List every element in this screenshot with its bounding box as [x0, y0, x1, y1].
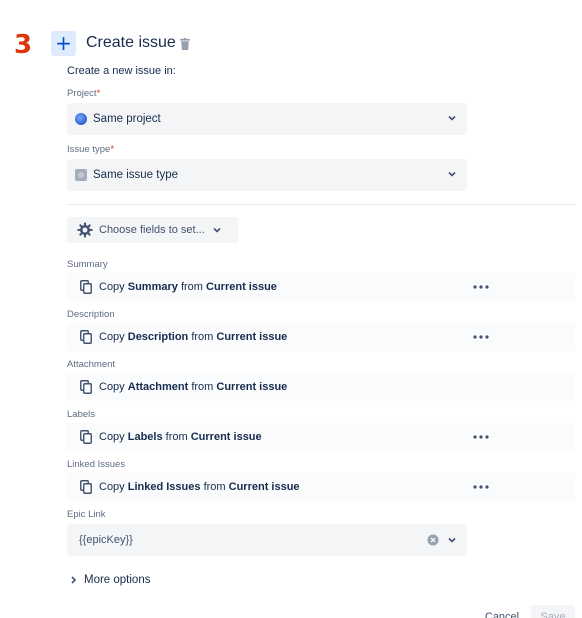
copy-icon — [80, 330, 92, 344]
copy-prefix: Copy — [99, 431, 125, 443]
labels-label: Labels — [67, 409, 95, 420]
copy-field: Description — [127, 331, 189, 343]
epic-link-value: {{epicKey}} — [79, 534, 133, 546]
copy-field: Attachment — [127, 381, 189, 393]
copy-summary-row[interactable]: Copy Summary from Current issue — [67, 273, 575, 301]
issue-type-label: Issue type* — [67, 144, 115, 155]
copy-field: Linked Issues — [127, 481, 201, 493]
form-subtitle: Create a new issue in: — [67, 65, 176, 77]
clear-icon[interactable] — [427, 534, 439, 546]
copy-from: from — [191, 331, 214, 343]
choose-fields-label: Choose fields to set... — [99, 224, 205, 236]
attachment-label: Attachment — [67, 359, 116, 370]
chevron-down-icon — [448, 537, 456, 543]
plus-icon: + — [55, 31, 72, 55]
chevron-right-icon — [71, 576, 77, 584]
chevron-down-icon — [448, 115, 456, 121]
cancel-button[interactable]: Cancel — [478, 605, 526, 618]
more-icon[interactable] — [473, 285, 489, 289]
copy-icon — [80, 480, 92, 494]
copy-linked-issues-row[interactable]: Copy Linked Issues from Current issue — [67, 473, 575, 501]
project-label: Project* — [67, 88, 101, 99]
globe-icon — [75, 113, 87, 125]
copy-attachment-row[interactable]: Copy Attachment from Current issue — [67, 373, 575, 401]
project-value: Same project — [93, 113, 161, 125]
copy-source: Current issue — [206, 281, 277, 293]
summary-label: Summary — [67, 259, 108, 270]
description-label: Description — [67, 309, 115, 320]
more-options-toggle[interactable]: More options — [70, 574, 150, 586]
more-options-label: More options — [84, 574, 151, 586]
copy-labels-row[interactable]: Copy Labels from Current issue — [67, 423, 575, 451]
copy-source: Current issue — [216, 381, 288, 393]
copy-prefix: Copy — [99, 331, 125, 343]
copy-field: Labels — [127, 431, 163, 443]
copy-from: from — [180, 281, 203, 293]
epic-link-select[interactable]: {{epicKey}} — [67, 524, 467, 556]
save-button[interactable]: Save — [531, 605, 575, 618]
copy-icon — [80, 430, 92, 444]
copy-source: Current issue — [190, 431, 262, 443]
divider — [67, 204, 576, 205]
issue-type-icon — [75, 169, 87, 181]
issue-type-select[interactable]: Same issue type — [67, 159, 467, 191]
copy-icon — [80, 380, 92, 394]
step-number: 3 — [14, 30, 32, 60]
gear-icon — [77, 222, 93, 238]
copy-from: from — [191, 381, 214, 393]
page-title: Create issue — [86, 34, 176, 51]
trash-icon[interactable] — [180, 38, 190, 50]
chevron-down-icon — [213, 227, 221, 233]
copy-description-row[interactable]: Copy Description from Current issue — [67, 323, 575, 351]
copy-prefix: Copy — [99, 381, 125, 393]
copy-prefix: Copy — [99, 281, 125, 293]
copy-source: Current issue — [228, 481, 300, 493]
copy-icon — [80, 280, 92, 294]
copy-from: from — [203, 481, 226, 493]
chevron-down-icon — [448, 171, 456, 177]
copy-from: from — [165, 431, 188, 443]
copy-source: Current issue — [216, 331, 288, 343]
project-select[interactable]: Same project — [67, 103, 467, 135]
more-icon[interactable] — [473, 335, 489, 339]
add-action-button[interactable]: + — [51, 31, 76, 56]
epic-link-label: Epic Link — [67, 509, 106, 520]
more-icon[interactable] — [473, 435, 489, 439]
linked-issues-label: Linked Issues — [67, 459, 126, 470]
copy-prefix: Copy — [99, 481, 125, 493]
more-icon[interactable] — [473, 485, 489, 489]
issue-type-value: Same issue type — [93, 169, 179, 181]
choose-fields-button[interactable]: Choose fields to set... — [67, 217, 238, 243]
copy-field: Summary — [127, 281, 178, 293]
